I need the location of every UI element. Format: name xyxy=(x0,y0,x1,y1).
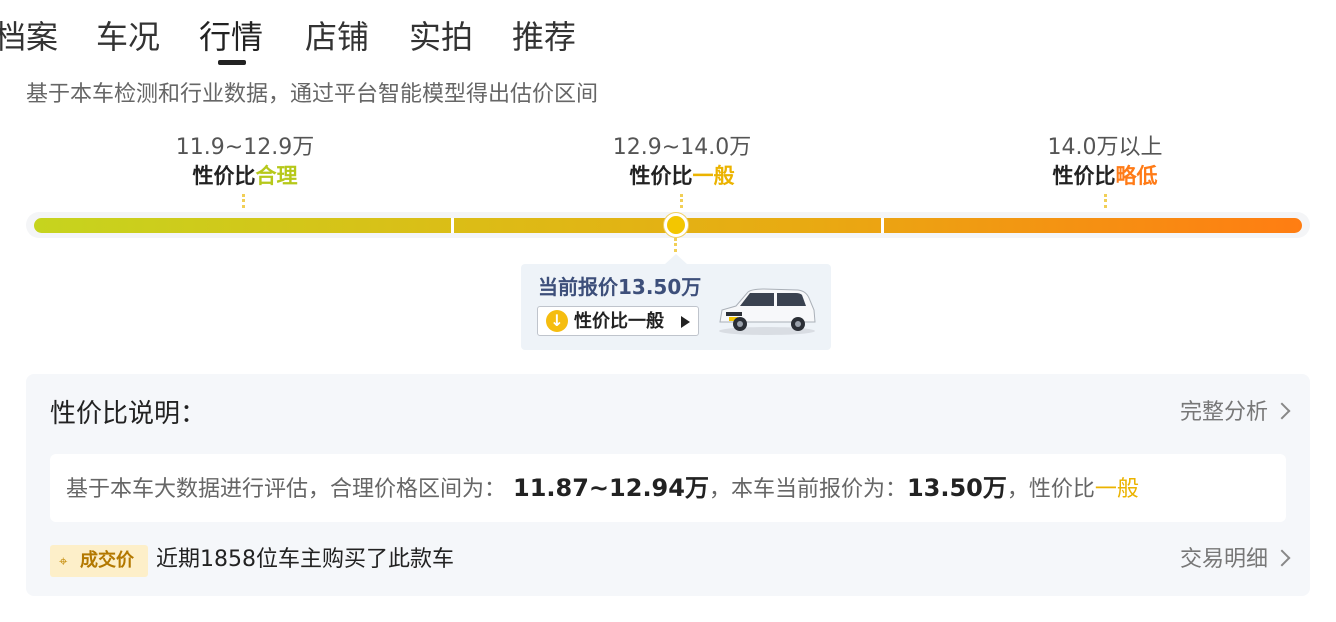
tab-store[interactable]: 店铺 xyxy=(305,15,369,59)
tab-market[interactable]: 行情 xyxy=(199,15,263,59)
segment-reasonable: 11.9~12.9万 性价比合理 xyxy=(85,134,405,190)
tab-photos[interactable]: 实拍 xyxy=(409,15,473,59)
segment-range: 14.0万以上 xyxy=(1047,135,1163,160)
active-tab-indicator xyxy=(218,60,246,65)
chevron-right-icon xyxy=(1273,402,1291,420)
value-rating-label: 性价比一般 xyxy=(574,311,664,332)
valuation-description: 基于本车检测和行业数据，通过平台智能模型得出估价区间 xyxy=(26,82,599,107)
segment-connector xyxy=(1104,194,1110,208)
play-arrow-icon xyxy=(681,316,690,328)
current-price-marker xyxy=(664,213,688,237)
full-analysis-link[interactable]: 完整分析 xyxy=(1180,398,1291,428)
segment-range: 12.9~14.0万 xyxy=(612,135,752,160)
arrow-down-icon: ↓ xyxy=(546,310,568,332)
car-thumbnail xyxy=(719,288,816,335)
segment-rating: 性价比略低 xyxy=(1052,164,1158,188)
recent-buyers-text: 近期1858位车主购买了此款车 xyxy=(156,547,454,572)
tab-archive[interactable]: 档案 xyxy=(0,15,58,59)
tab-condition[interactable]: 车况 xyxy=(96,15,160,59)
reasonable-range-value: 11.87~12.94万 xyxy=(513,474,709,502)
current-price-value: 13.50万 xyxy=(906,474,1007,502)
panel-title: 性价比说明： xyxy=(50,399,207,429)
segment-average: 12.9~14.0万 性价比一般 xyxy=(522,134,842,190)
segment-connector xyxy=(242,194,248,208)
segment-low: 14.0万以上 性价比略低 xyxy=(945,134,1265,190)
summary-rating: 一般 xyxy=(1094,477,1139,502)
marker-connector xyxy=(674,238,680,252)
tab-recommend[interactable]: 推荐 xyxy=(512,15,576,59)
segment-range: 11.9~12.9万 xyxy=(175,135,315,160)
valuation-summary-text: 基于本车大数据进行评估，合理价格区间为： 11.87~12.94万，本车当前报价… xyxy=(66,474,1139,502)
value-rating-button[interactable]: ↓ 性价比一般 xyxy=(537,306,699,336)
current-price-text: 当前报价13.50万 xyxy=(538,275,702,299)
segment-rating: 性价比一般 xyxy=(629,164,735,188)
deal-price-badge: ⌖ 成交价 xyxy=(50,545,148,577)
chevron-right-icon xyxy=(1273,549,1291,567)
valuation-summary: 基于本车大数据进行评估，合理价格区间为： 11.87~12.94万，本车当前报价… xyxy=(50,454,1286,522)
segment-connector xyxy=(680,194,686,208)
price-bar-divider xyxy=(451,218,454,233)
trade-details-link[interactable]: 交易明细 xyxy=(1180,545,1291,575)
tab-bar: 档案 车况 行情 店铺 实拍 推荐 xyxy=(0,0,1336,70)
segment-rating: 性价比合理 xyxy=(192,164,298,188)
price-bar-divider xyxy=(881,218,884,233)
deal-icon: ⌖ xyxy=(59,552,68,570)
